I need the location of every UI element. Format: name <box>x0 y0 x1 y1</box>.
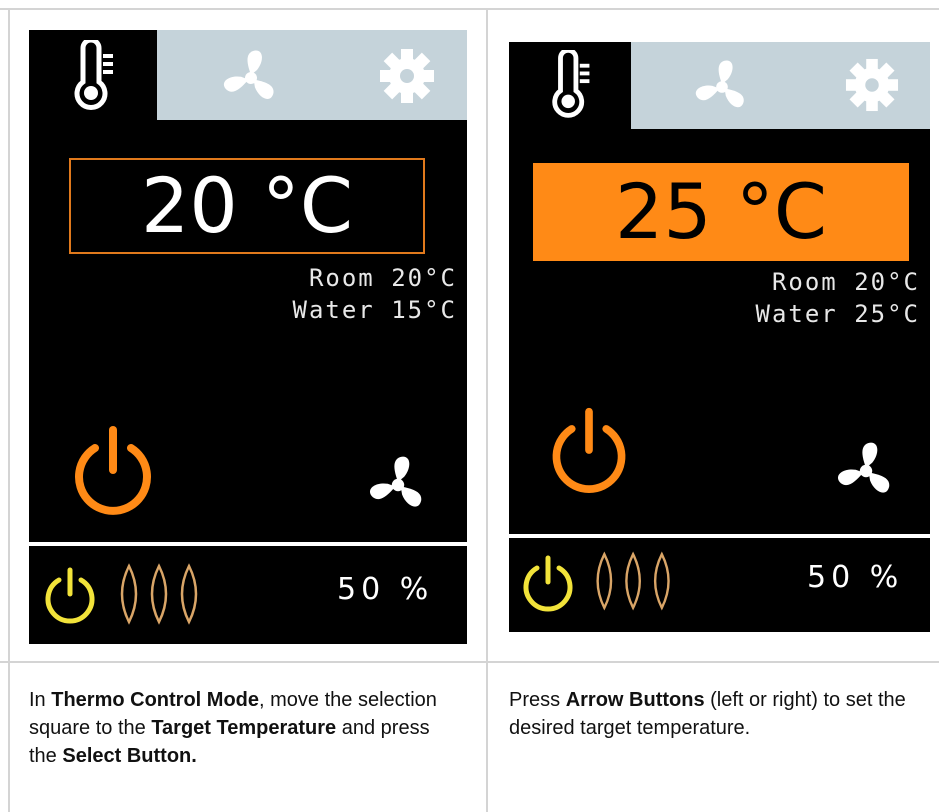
power-status-icon <box>523 555 573 612</box>
target-temperature[interactable]: 20 °C <box>69 158 425 254</box>
output-percent: 50 % <box>807 560 904 595</box>
target-temperature[interactable]: 25 °C <box>533 163 909 261</box>
grid-line-center <box>486 8 488 812</box>
thermometer-icon[interactable] <box>547 50 601 120</box>
instruction-caption-2: Press Arrow Buttons (left or right) to s… <box>509 686 919 742</box>
caption-bold-text: Target Temperature <box>151 717 337 739</box>
fan-speed-icon[interactable] <box>835 440 897 502</box>
device-screen-2: 25 °C Room 20°C Water 25°C 50 % <box>509 42 930 632</box>
tab-bar <box>509 42 930 129</box>
water-temperature: Water 15°C <box>292 296 457 324</box>
caption-bold-text: Thermo Control Mode <box>51 689 260 711</box>
caption-text: In <box>29 689 52 711</box>
caption-text: Press <box>509 689 566 711</box>
grid-line-middle <box>0 661 939 663</box>
tab-bar <box>29 30 467 120</box>
status-divider <box>29 542 467 546</box>
gear-icon[interactable] <box>845 58 899 112</box>
thermometer-icon[interactable] <box>69 40 125 112</box>
grid-line-left <box>8 8 10 812</box>
gear-icon[interactable] <box>379 48 435 104</box>
device-screen-1: 20 °C Room 20°C Water 15°C 50 % <box>29 30 467 644</box>
fan-icon[interactable] <box>221 48 281 108</box>
power-status-icon <box>45 567 95 624</box>
power-icon[interactable] <box>543 404 635 496</box>
fan-speed-icon[interactable] <box>367 454 429 516</box>
caption-bold-text: Arrow Buttons <box>565 689 705 711</box>
output-percent: 50 % <box>337 572 434 607</box>
heating-element-icon <box>596 551 670 611</box>
fan-icon[interactable] <box>693 58 751 116</box>
heating-element-icon <box>120 563 198 625</box>
power-icon[interactable] <box>65 422 161 518</box>
status-divider <box>509 534 930 538</box>
caption-bold-text: Select Button. <box>62 745 197 767</box>
instruction-caption-1: In Thermo Control Mode, move the selecti… <box>29 686 449 770</box>
grid-line-top <box>0 8 939 10</box>
room-temperature: Room 20°C <box>771 268 920 296</box>
room-temperature: Room 20°C <box>308 264 457 292</box>
water-temperature: Water 25°C <box>755 300 920 328</box>
